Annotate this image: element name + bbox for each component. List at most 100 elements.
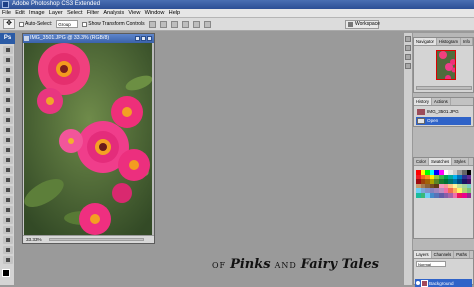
menu-analysis[interactable]: Analysis bbox=[103, 9, 124, 18]
workspace-icon bbox=[348, 22, 353, 27]
type-tool-icon[interactable] bbox=[3, 196, 13, 204]
watermark-of: OF bbox=[212, 261, 227, 270]
crop-tool-icon[interactable] bbox=[3, 86, 13, 94]
menu-layer[interactable]: Layer bbox=[49, 9, 63, 18]
auto-select-dropdown[interactable]: Group bbox=[56, 20, 79, 28]
window-buttons bbox=[135, 36, 152, 41]
align-top-icon[interactable] bbox=[148, 20, 156, 28]
navigator-thumbnail[interactable] bbox=[436, 50, 456, 80]
blur-tool-icon[interactable] bbox=[3, 166, 13, 174]
blend-mode-dropdown[interactable]: Normal bbox=[416, 261, 446, 267]
color-swatches bbox=[0, 268, 15, 284]
auto-select-option[interactable]: Auto-Select: bbox=[19, 21, 52, 27]
tab-styles[interactable]: Styles bbox=[452, 158, 469, 165]
open-state-icon bbox=[417, 118, 425, 124]
tab-channels[interactable]: Channels bbox=[432, 251, 455, 258]
horizontal-scrollbar[interactable] bbox=[49, 238, 144, 241]
dodge-tool-icon[interactable] bbox=[3, 176, 13, 184]
navigator-zoom-slider[interactable] bbox=[416, 86, 472, 90]
slice-tool-icon[interactable] bbox=[3, 96, 13, 104]
magic-wand-tool-icon[interactable] bbox=[3, 76, 13, 84]
notes-tool-icon[interactable] bbox=[3, 226, 13, 234]
workspace-button[interactable]: Workspace bbox=[345, 20, 380, 29]
navigator-tabs: Navigator Histogram Info bbox=[414, 38, 474, 46]
menu-help[interactable]: Help bbox=[169, 9, 181, 18]
color-tabs: Color Swatches Styles bbox=[414, 158, 473, 166]
history-snapshot[interactable]: IMG_3501.JPG bbox=[416, 108, 471, 116]
tab-paths[interactable]: Paths bbox=[454, 251, 470, 258]
vertical-scrollbar[interactable] bbox=[152, 43, 154, 235]
watermark-fairy-tales: Fairy Tales bbox=[300, 257, 379, 272]
layer-comps-panel-icon[interactable] bbox=[405, 63, 411, 69]
tab-color[interactable]: Color bbox=[414, 158, 430, 165]
close-icon[interactable] bbox=[147, 36, 152, 41]
layer-thumbnail bbox=[421, 280, 428, 287]
shape-tool-icon[interactable] bbox=[3, 216, 13, 224]
tab-navigator[interactable]: Navigator bbox=[414, 38, 437, 45]
healing-brush-tool-icon[interactable] bbox=[3, 106, 13, 114]
pen-tool-icon[interactable] bbox=[3, 186, 13, 194]
move-tool-preset-icon[interactable]: ✥ bbox=[3, 19, 15, 29]
history-tabs: History Actions bbox=[414, 98, 473, 106]
history-brush-tool-icon[interactable] bbox=[3, 136, 13, 144]
menu-edit[interactable]: Edit bbox=[15, 9, 25, 18]
menu-filter[interactable]: Filter bbox=[87, 9, 99, 18]
layers-tabs: Layers Channels Paths bbox=[414, 251, 473, 259]
lasso-tool-icon[interactable] bbox=[3, 66, 13, 74]
toolbox: Ps bbox=[0, 33, 15, 285]
document-icon bbox=[24, 36, 29, 41]
path-selection-tool-icon[interactable] bbox=[3, 206, 13, 214]
hand-tool-icon[interactable] bbox=[3, 246, 13, 254]
workspace-label: Workspace bbox=[355, 21, 380, 27]
maximize-icon[interactable] bbox=[141, 36, 146, 41]
foreground-color[interactable] bbox=[2, 269, 10, 277]
swatch-color[interactable] bbox=[466, 192, 472, 198]
tool-presets-panel-icon[interactable] bbox=[405, 54, 411, 60]
align-center-icon[interactable] bbox=[192, 20, 200, 28]
auto-select-checkbox[interactable] bbox=[19, 21, 24, 27]
document-title-bar[interactable]: IMG_3501.JPG @ 33.3% (RGB/8) bbox=[23, 34, 154, 43]
align-bottom-icon[interactable] bbox=[170, 20, 178, 28]
align-right-icon[interactable] bbox=[203, 20, 211, 28]
layer-row[interactable]: Background bbox=[415, 279, 472, 287]
menu-view[interactable]: View bbox=[128, 9, 140, 18]
panel-collapse-icon[interactable] bbox=[405, 36, 411, 42]
zoom-tool-icon[interactable] bbox=[3, 256, 13, 264]
menu-window[interactable]: Window bbox=[145, 9, 165, 18]
eyedropper-tool-icon[interactable] bbox=[3, 236, 13, 244]
panel-icon-strip bbox=[403, 33, 413, 285]
swatch-grid bbox=[416, 170, 472, 198]
layers-panel: Layers Channels Paths Normal Background bbox=[413, 250, 474, 287]
menu-file[interactable]: File bbox=[2, 9, 11, 18]
menu-select[interactable]: Select bbox=[67, 9, 83, 18]
move-tool-icon[interactable] bbox=[3, 46, 13, 54]
tab-info[interactable]: Info bbox=[461, 38, 474, 45]
tab-histogram[interactable]: Histogram bbox=[437, 38, 462, 45]
minimize-icon[interactable] bbox=[135, 36, 140, 41]
image-canvas[interactable] bbox=[24, 43, 154, 235]
zoom-level[interactable]: 33.33% bbox=[26, 237, 42, 242]
document-title: IMG_3501.JPG @ 33.3% (RGB/8) bbox=[30, 35, 110, 41]
options-bar: ✥ Auto-Select: Group Show Transform Cont… bbox=[0, 18, 474, 31]
show-transform-option[interactable]: Show Transform Controls bbox=[82, 21, 145, 27]
brush-tool-icon[interactable] bbox=[3, 116, 13, 124]
align-left-icon[interactable] bbox=[181, 20, 189, 28]
align-middle-icon[interactable] bbox=[159, 20, 167, 28]
panel-dock: Navigator Histogram Info History Actions… bbox=[413, 33, 474, 287]
gradient-tool-icon[interactable] bbox=[3, 156, 13, 164]
watermark-and: AND bbox=[274, 261, 297, 270]
clone-stamp-tool-icon[interactable] bbox=[3, 126, 13, 134]
tab-swatches[interactable]: Swatches bbox=[429, 158, 453, 165]
brushes-panel-icon[interactable] bbox=[405, 45, 411, 51]
eraser-tool-icon[interactable] bbox=[3, 146, 13, 154]
tab-actions[interactable]: Actions bbox=[432, 98, 451, 105]
marquee-tool-icon[interactable] bbox=[3, 56, 13, 64]
show-transform-checkbox[interactable] bbox=[82, 21, 88, 27]
eye-icon[interactable] bbox=[416, 281, 420, 285]
tab-history[interactable]: History bbox=[414, 98, 433, 105]
snapshot-thumbnail bbox=[417, 109, 425, 115]
history-state-open[interactable]: Open bbox=[416, 117, 471, 125]
menu-image[interactable]: Image bbox=[29, 9, 45, 18]
tab-layers[interactable]: Layers bbox=[414, 251, 432, 258]
auto-select-label: Auto-Select: bbox=[25, 21, 53, 27]
